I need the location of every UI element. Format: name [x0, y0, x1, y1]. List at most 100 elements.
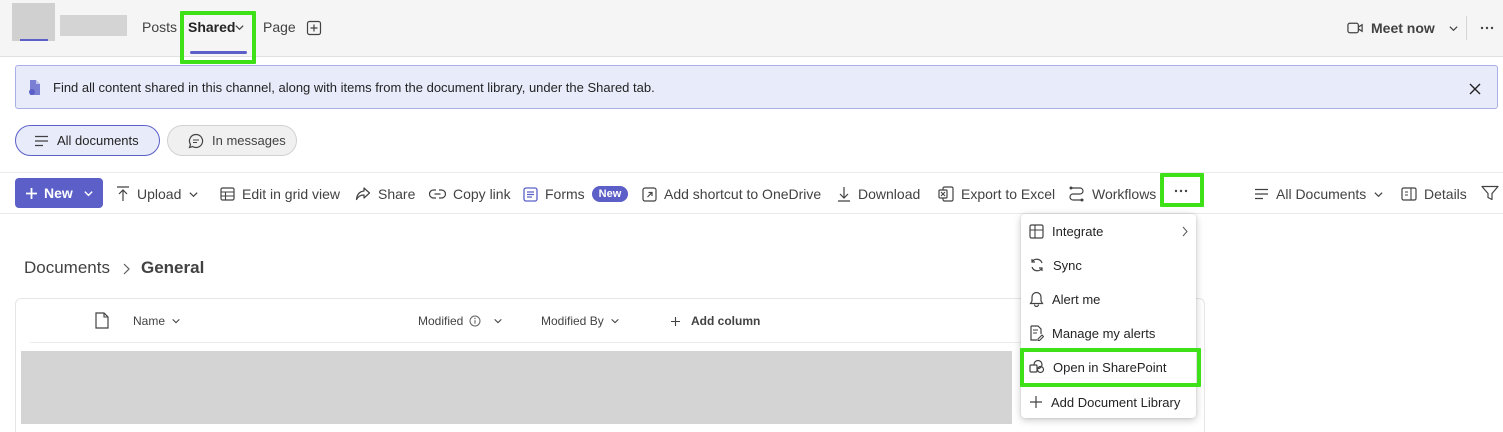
download-icon — [837, 186, 851, 202]
banner-message: Find all content shared in this channel,… — [53, 80, 655, 95]
sync-icon — [1029, 257, 1045, 273]
menu-item-manage-alerts[interactable]: Manage my alerts — [1029, 323, 1155, 343]
download-button[interactable]: Download — [837, 184, 920, 204]
breadcrumb-current: General — [141, 258, 205, 277]
export-excel-button[interactable]: Export to Excel — [938, 184, 1055, 204]
more-options-icon[interactable] — [1480, 22, 1494, 34]
team-avatar[interactable] — [12, 3, 55, 41]
new-badge: New — [591, 186, 629, 202]
divider — [1466, 16, 1467, 40]
menu-item-alert-me[interactable]: Alert me — [1029, 289, 1100, 309]
column-header-modified-by[interactable]: Modified By — [541, 314, 620, 328]
menu-item-integrate[interactable]: Integrate — [1029, 221, 1189, 241]
chevron-right-icon — [1181, 226, 1189, 237]
menu-item-sync[interactable]: Sync — [1029, 255, 1082, 275]
upload-label: Upload — [137, 186, 182, 202]
details-button[interactable]: Details — [1401, 184, 1467, 204]
column-modified-label: Modified — [418, 314, 464, 328]
menu-item-label: Manage my alerts — [1052, 325, 1156, 341]
video-camera-icon — [1347, 21, 1364, 35]
add-shortcut-button[interactable]: Add shortcut to OneDrive — [642, 184, 821, 204]
table-row[interactable] — [21, 351, 1012, 424]
close-icon[interactable] — [1469, 83, 1481, 95]
tab-shared[interactable]: Shared — [188, 19, 235, 35]
active-tab-indicator — [190, 51, 247, 54]
workflows-label: Workflows — [1092, 186, 1157, 202]
header-divider — [30, 342, 1190, 343]
add-shortcut-label: Add shortcut to OneDrive — [664, 186, 822, 202]
forms-button[interactable]: Forms New — [523, 184, 629, 204]
filter-icon[interactable] — [1481, 185, 1499, 201]
meet-now-button[interactable]: Meet now — [1347, 20, 1459, 36]
chevron-down-icon[interactable] — [1448, 23, 1459, 34]
bell-icon — [1029, 291, 1044, 307]
all-documents-filter[interactable]: All documents — [15, 125, 160, 156]
menu-item-add-document-library[interactable]: Add Document Library — [1029, 392, 1180, 412]
info-icon — [469, 315, 481, 327]
download-label: Download — [858, 186, 921, 202]
chevron-right-icon — [121, 263, 131, 275]
menu-item-label: Sync — [1053, 257, 1082, 273]
grid-icon — [220, 187, 235, 201]
plus-icon — [25, 187, 38, 200]
all-documents-label: All documents — [57, 133, 139, 148]
document-info-icon — [27, 79, 43, 97]
list-view-icon — [1254, 188, 1269, 200]
add-tab-icon[interactable] — [306, 20, 322, 36]
plus-icon — [1029, 395, 1043, 409]
tab-posts[interactable]: Posts — [142, 19, 177, 35]
share-label: Share — [378, 186, 416, 202]
excel-icon — [938, 186, 954, 202]
avatar-status-line — [20, 39, 48, 41]
manage-alerts-icon — [1029, 325, 1044, 341]
info-banner: Find all content shared in this channel,… — [15, 65, 1498, 109]
forms-label: Forms — [545, 186, 585, 202]
workflows-icon — [1068, 186, 1085, 202]
integrate-icon — [1029, 223, 1044, 239]
chat-icon — [188, 133, 204, 149]
copy-link-label: Copy link — [453, 186, 511, 202]
edit-grid-view-button[interactable]: Edit in grid view — [220, 184, 340, 204]
shortcut-icon — [642, 186, 657, 202]
copy-link-button[interactable]: Copy link — [429, 184, 511, 204]
menu-item-open-sharepoint[interactable]: Open in SharePoint — [1029, 357, 1166, 377]
edit-grid-label: Edit in grid view — [242, 186, 341, 202]
new-button[interactable]: New — [15, 178, 103, 208]
details-label: Details — [1424, 186, 1467, 202]
menu-item-label: Integrate — [1052, 223, 1104, 239]
view-switcher[interactable]: All Documents — [1254, 184, 1384, 204]
add-column-label: Add column — [691, 314, 761, 328]
menu-item-label: Alert me — [1052, 291, 1101, 307]
chevron-down-icon — [188, 189, 199, 200]
chevron-down-icon — [83, 188, 94, 199]
column-header-modified[interactable]: Modified — [418, 314, 503, 328]
share-icon — [355, 187, 371, 201]
new-label: New — [44, 185, 73, 201]
view-label: All Documents — [1276, 186, 1367, 202]
share-button[interactable]: Share — [355, 184, 415, 204]
export-excel-label: Export to Excel — [961, 186, 1056, 202]
upload-button[interactable]: Upload — [116, 184, 199, 204]
breadcrumb-root[interactable]: Documents — [24, 258, 110, 278]
chevron-down-icon — [171, 316, 181, 326]
tab-page[interactable]: Page — [263, 19, 296, 35]
upload-icon — [116, 186, 130, 202]
chevron-down-icon[interactable] — [234, 22, 245, 33]
list-icon — [34, 135, 49, 147]
chevron-down-icon — [493, 316, 503, 326]
meet-now-label: Meet now — [1371, 20, 1435, 36]
channel-name-placeholder — [60, 15, 127, 36]
in-messages-label: In messages — [212, 133, 286, 148]
chevron-down-icon — [610, 316, 620, 326]
forms-icon — [523, 186, 538, 202]
workflows-button[interactable]: Workflows — [1068, 184, 1156, 204]
add-column-button[interactable]: Add column — [670, 314, 760, 328]
column-modified-by-label: Modified By — [541, 314, 604, 328]
in-messages-filter[interactable]: In messages — [167, 125, 297, 156]
menu-item-label: Add Document Library — [1051, 394, 1181, 410]
column-header-name[interactable]: Name — [133, 314, 181, 328]
details-pane-icon — [1401, 187, 1417, 201]
sharepoint-icon — [1029, 359, 1045, 375]
more-options-icon[interactable] — [1174, 187, 1188, 195]
plus-icon — [670, 316, 681, 327]
